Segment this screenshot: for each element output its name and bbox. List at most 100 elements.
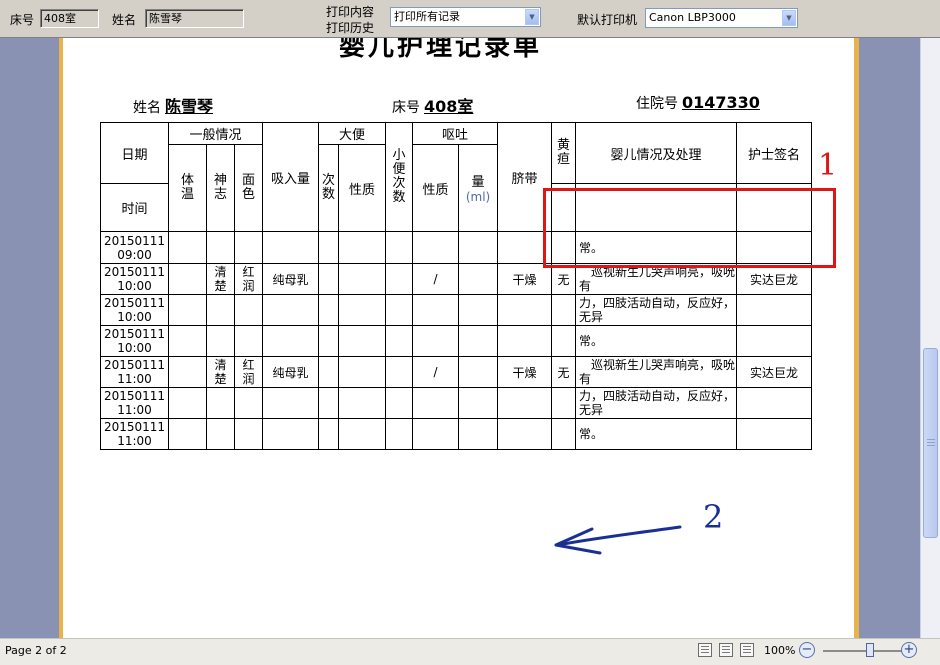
time-cell: 20150111 09:00 [100, 231, 169, 264]
print-content-label: 打印内容 [326, 5, 375, 19]
print-content-select[interactable]: 打印所有记录 ▼ [390, 7, 541, 27]
admission-number-value: 0147330 [682, 93, 760, 112]
jaundice-cell: 无 [551, 356, 577, 388]
vomit-nature-cell: / [412, 263, 460, 295]
nursing-record-table: 日期 一般情况 吸入量 大便 小便次数 呕吐 脐带 黄疸 婴儿情况及处理 护士签… [100, 122, 813, 450]
header-stool: 大便 [318, 122, 387, 145]
intake-cell [262, 325, 320, 357]
status-bar: Page 2 of 2 100% − + [0, 638, 940, 665]
bed-number-label: 床号 [392, 100, 420, 116]
condition-cell: 常。 [575, 325, 738, 357]
time-cell: 20150111 10:00 [100, 294, 169, 326]
bed-field[interactable]: 408室 [40, 9, 99, 28]
intake-cell [262, 387, 320, 419]
nurse-cell [736, 418, 813, 450]
zoom-in-button[interactable]: + [901, 642, 917, 658]
umbilical-cell: 干燥 [497, 263, 553, 295]
patient-name-row: 姓名 陈雪琴 [133, 93, 213, 117]
vomit-nature-cell [412, 325, 460, 357]
table-row: 20150111 11:00 常。 [100, 418, 813, 450]
table-row: 20150111 10:00 力，四肢活动自动，反应好，无异 [100, 294, 813, 326]
page-indicator: Page 2 of 2 [5, 644, 67, 657]
vomit-nature-cell [412, 294, 460, 326]
mind-cell [205, 294, 236, 326]
header-stool-times: 次数 [318, 144, 340, 232]
print-content-value: 打印所有记录 [394, 10, 460, 23]
condition-cell: 力，四肢活动自动，反应好，无异 [575, 294, 738, 326]
condition-cell: 巡视新生儿哭声响亮，吸吮有 [575, 263, 738, 295]
condition-cell: 力，四肢活动自动，反应好，无异 [575, 387, 738, 419]
nurse-cell [736, 387, 813, 419]
header-time: 时间 [100, 183, 169, 232]
print-preview-page: 婴儿护理记录单 姓名 陈雪琴 床号 408室 住院号 0147330 日期 一般情况 … [63, 38, 854, 638]
mind-cell [205, 325, 236, 357]
header-mind: 神志 [205, 144, 236, 232]
complexion-cell [234, 418, 264, 450]
jaundice-cell [551, 325, 577, 357]
intake-cell [262, 418, 320, 450]
printer-select[interactable]: Canon LBP3000 ▼ [645, 8, 798, 28]
intake-cell: 纯母乳 [262, 356, 320, 388]
vertical-scrollbar[interactable] [920, 38, 940, 638]
complexion-cell: 红润 [234, 263, 264, 295]
mind-cell: 清楚 [205, 356, 236, 388]
zoom-out-button[interactable]: − [799, 642, 815, 658]
zoom-slider-track[interactable] [823, 650, 902, 652]
umbilical-cell [497, 294, 553, 326]
umbilical-cell [497, 387, 553, 419]
complexion-cell [234, 325, 264, 357]
jaundice-cell: 无 [551, 263, 577, 295]
view-single-page-icon[interactable] [698, 643, 712, 657]
time-cell: 20150111 11:00 [100, 356, 169, 388]
header-temperature: 体温 [168, 144, 207, 232]
complexion-cell [234, 387, 264, 419]
jaundice-cell [551, 387, 577, 419]
header-date: 日期 [100, 122, 169, 184]
dropdown-arrow-icon[interactable]: ▼ [782, 10, 796, 26]
admission-number-label: 住院号 [636, 96, 678, 112]
annotation-label-1: 1 [818, 148, 838, 183]
complexion-cell [234, 294, 264, 326]
default-printer-label: 默认打印机 [577, 13, 638, 27]
vomit-nature-cell: / [412, 356, 460, 388]
umbilical-cell [497, 325, 553, 357]
intake-cell [262, 294, 320, 326]
scroll-grip-icon [927, 439, 935, 447]
zoom-slider-thumb[interactable] [866, 643, 875, 657]
complexion-cell: 红润 [234, 356, 264, 388]
header-vomit: 呕吐 [412, 122, 499, 145]
name-field[interactable]: 陈雪琴 [145, 9, 244, 28]
header-vomit-nature: 性质 [412, 144, 460, 232]
annotation-arrow-icon [554, 525, 682, 555]
print-history-label: 打印历史 [326, 21, 375, 35]
header-vomit-amount: 量 (ml) [458, 144, 499, 232]
view-multi-page-icon[interactable] [740, 643, 754, 657]
vomit-amount-unit: (ml) [465, 190, 491, 204]
nurse-cell: 实达巨龙 [736, 263, 813, 295]
table-row: 20150111 11:00 力，四肢活动自动，反应好，无异 [100, 387, 813, 419]
scrollbar-thumb[interactable] [923, 348, 938, 538]
vomit-nature-cell [412, 387, 460, 419]
table-row: 20150111 10:00 清楚 红润 纯母乳 / 干燥 无 巡视新生儿哭声响… [100, 263, 813, 295]
nurse-cell: 实达巨龙 [736, 356, 813, 388]
patient-name-label: 姓名 [133, 100, 161, 116]
dropdown-arrow-icon[interactable]: ▼ [525, 9, 539, 25]
view-two-page-icon[interactable] [719, 643, 733, 657]
vomit-nature-cell [412, 418, 460, 450]
header-stool-nature: 性质 [338, 144, 387, 232]
header-intake: 吸入量 [262, 122, 320, 232]
jaundice-cell [551, 294, 577, 326]
admission-number-row: 住院号 0147330 [636, 93, 760, 113]
mind-cell [205, 231, 236, 264]
toolbar: 床号 408室 姓名 陈雪琴 打印内容 打印历史 打印所有记录 ▼ 默认打印机 … [0, 0, 940, 38]
header-nurse: 护士签名 [736, 122, 813, 184]
printer-value: Canon LBP3000 [649, 11, 736, 24]
bed-label: 床号 [10, 13, 35, 27]
header-general: 一般情况 [167, 122, 264, 145]
header-condition: 婴儿情况及处理 [575, 122, 738, 184]
bed-number-row: 床号 408室 [392, 93, 473, 117]
mind-cell: 清楚 [205, 263, 236, 295]
time-cell: 20150111 11:00 [100, 418, 169, 450]
annotation-label-2: 2 [703, 498, 724, 536]
vomit-amount-label: 量 [471, 175, 485, 190]
